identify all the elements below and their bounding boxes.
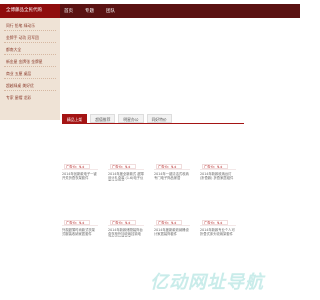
product-caption[interactable]: 外观超薄时尚款式衣架式服装收纳家居套件 xyxy=(62,228,98,237)
tab-recommended[interactable]: 超值推荐 xyxy=(90,114,116,123)
product-card[interactable]: 广告价：¥.¢ 外观超薄时尚款式衣架式服装收纳家居套件 xyxy=(62,186,98,237)
product-caption[interactable]: 2014年一键清洁式收纳专门电子饰品家居 xyxy=(154,172,190,181)
site-logo[interactable]: 全博藤品全民代购 xyxy=(0,4,60,18)
sidebar-divider xyxy=(4,30,56,31)
nav-item-home[interactable]: 首页 xyxy=(64,8,73,14)
watermark: 亿动网址导航 xyxy=(150,268,300,298)
product-image[interactable]: 广告价：¥.¢ xyxy=(154,130,190,170)
product-card[interactable]: 广告价：¥.¢ 2014年新款专业个人可折叠式床头收纳架套件 xyxy=(200,186,236,237)
price-tag: 广告价：¥.¢ xyxy=(110,220,136,225)
product-image[interactable]: 广告价：¥.¢ xyxy=(200,186,236,226)
nav-item-team[interactable]: 团队 xyxy=(106,8,115,14)
sidebar-item[interactable]: 商业 五厘 桌层 xyxy=(6,71,31,77)
tab-office[interactable]: 明星办公 xyxy=(118,114,144,123)
product-card[interactable]: 广告价：¥.¢ 2014年新款储物装饰台盒衣柜外加收纳挂钩电子饰品家居套件 xyxy=(108,186,144,237)
product-card[interactable]: 广告价：¥.¢ 2014年创新款电子一键开关折叠衣架套件 xyxy=(62,130,98,181)
price-tag: 广告价：¥.¢ xyxy=(156,220,182,225)
product-caption[interactable]: 2014年新款专业个人可折叠式床头收纳架套件 xyxy=(200,228,236,237)
sidebar-divider xyxy=(4,90,56,91)
product-card[interactable]: 广告价：¥.¢ 2014年度全新款式 超薄设计礼盒装 (1.6)电子仪表收纳组件 xyxy=(108,130,144,181)
product-caption[interactable]: 2014年创新款电子一键开关折叠衣架套件 xyxy=(62,172,98,181)
product-card[interactable]: 广告价：¥.¢ 2014年新款收纳台灯 (折叠款) 折叠家居组件 xyxy=(200,130,236,181)
sidebar-item[interactable]: 专家 屋帽 龙彩 xyxy=(6,95,31,101)
sidebar-item[interactable]: 金牌手 动功 冠军团 xyxy=(6,35,39,41)
sidebar-divider xyxy=(4,66,56,67)
product-image[interactable]: 广告价：¥.¢ xyxy=(108,130,144,170)
product-image[interactable]: 广告价：¥.¢ xyxy=(62,130,98,170)
nav-item-topics[interactable]: 专题 xyxy=(85,8,94,14)
main-nav: 首页 专题 团队 xyxy=(60,4,300,18)
price-tag: 广告价：¥.¢ xyxy=(64,164,90,169)
product-caption[interactable]: 2014年度新款收纳桶设计家居装饰套件 xyxy=(154,228,190,237)
sidebar: 同行 铅笔 绿动乐 金牌手 动功 冠军团 都南大全 新金屋 金牌张 金牌星 商业… xyxy=(0,18,60,120)
product-image[interactable]: 广告价：¥.¢ xyxy=(154,186,190,226)
sidebar-divider xyxy=(4,78,56,79)
tab-underline xyxy=(62,123,244,124)
product-caption[interactable]: 2014年新款收纳台灯 (折叠款) 折叠家居组件 xyxy=(200,172,236,181)
sidebar-divider xyxy=(4,54,56,55)
product-card[interactable]: 广告价：¥.¢ 2014年度新款收纳桶设计家居装饰套件 xyxy=(154,186,190,237)
price-tag: 广告价：¥.¢ xyxy=(202,220,228,225)
product-card[interactable]: 广告价：¥.¢ 2014年一键清洁式收纳专门电子饰品家居 xyxy=(154,130,190,181)
sidebar-item[interactable]: 新金屋 金牌张 金牌星 xyxy=(6,59,43,65)
product-image[interactable]: 广告价：¥.¢ xyxy=(62,186,98,226)
sidebar-divider xyxy=(4,42,56,43)
price-tag: 广告价：¥.¢ xyxy=(110,164,136,169)
price-tag: 广告价：¥.¢ xyxy=(156,164,182,169)
watermark-text: 亿动网址导航 xyxy=(150,272,264,293)
price-tag: 广告价：¥.¢ xyxy=(64,220,90,225)
product-image[interactable]: 广告价：¥.¢ xyxy=(108,186,144,226)
product-caption[interactable]: 2014年新款储物装饰台盒衣柜外加收纳挂钩电子饰品家居套件 xyxy=(108,228,144,237)
sidebar-item[interactable]: 同行 铅笔 绿动乐 xyxy=(6,23,35,29)
sidebar-item[interactable]: 超越绿桌 美好优 xyxy=(6,83,34,89)
sidebar-item[interactable]: 都南大全 xyxy=(6,47,21,53)
product-caption[interactable]: 2014年度全新款式 超薄设计礼盒装 (1.6)电子仪表收纳组件 xyxy=(108,172,144,181)
tab-deals[interactable]: 同好特价 xyxy=(146,114,172,123)
tab-featured[interactable]: 精品上架 xyxy=(62,114,88,123)
price-tag: 广告价：¥.¢ xyxy=(202,164,228,169)
product-image[interactable]: 广告价：¥.¢ xyxy=(200,130,236,170)
